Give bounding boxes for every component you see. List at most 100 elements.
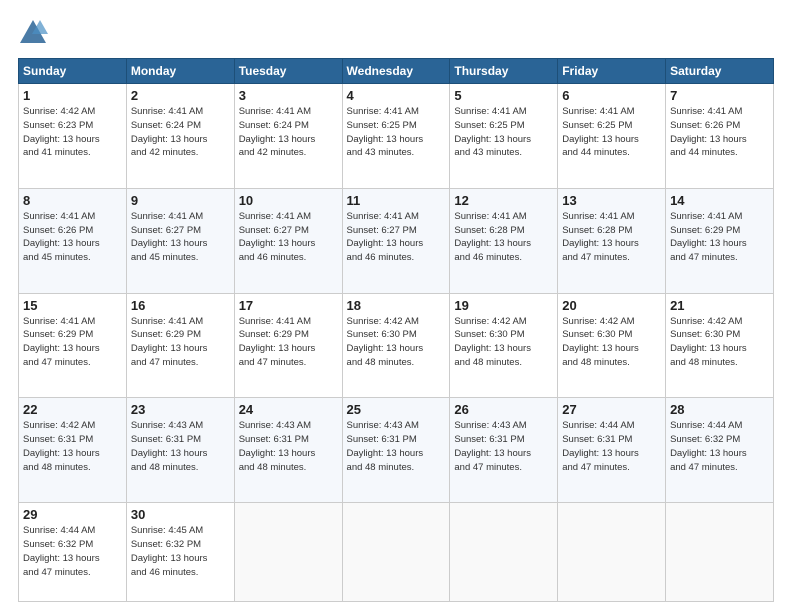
day-number: 6 xyxy=(562,88,661,103)
day-number: 20 xyxy=(562,298,661,313)
day-number: 29 xyxy=(23,507,122,522)
day-number: 23 xyxy=(131,402,230,417)
day-cell xyxy=(558,503,666,602)
day-number: 17 xyxy=(239,298,338,313)
day-info: Sunrise: 4:41 AM Sunset: 6:29 PM Dayligh… xyxy=(670,210,769,265)
day-cell: 12Sunrise: 4:41 AM Sunset: 6:28 PM Dayli… xyxy=(450,188,558,293)
weekday-header-row: SundayMondayTuesdayWednesdayThursdayFrid… xyxy=(19,59,774,84)
day-number: 28 xyxy=(670,402,769,417)
day-number: 8 xyxy=(23,193,122,208)
weekday-sunday: Sunday xyxy=(19,59,127,84)
day-cell: 8 Sunrise: 4:41 AM Sunset: 6:26 PM Daylig… xyxy=(19,188,127,293)
day-info: Sunrise: 4:41 AM Sunset: 6:27 PM Dayligh… xyxy=(347,210,446,265)
day-cell: 2 Sunrise: 4:41 AM Sunset: 6:24 PM Daylig… xyxy=(126,84,234,189)
day-number: 21 xyxy=(670,298,769,313)
day-cell: 19Sunrise: 4:42 AM Sunset: 6:30 PM Dayli… xyxy=(450,293,558,398)
day-cell: 18 Sunrise: 4:42 AM Sunset: 6:30 PM Dayli… xyxy=(342,293,450,398)
week-row-4: 22 Sunrise: 4:42 AM Sunset: 6:31 PM Dayli… xyxy=(19,398,774,503)
day-number: 2 xyxy=(131,88,230,103)
day-cell: 22 Sunrise: 4:42 AM Sunset: 6:31 PM Dayli… xyxy=(19,398,127,503)
day-number: 30 xyxy=(131,507,230,522)
day-info: Sunrise: 4:41 AM Sunset: 6:29 PM Dayligh… xyxy=(131,315,230,370)
day-info: Sunrise: 4:41 AM Sunset: 6:25 PM Dayligh… xyxy=(454,105,553,160)
day-info: Sunrise: 4:41 AM Sunset: 6:26 PM Dayligh… xyxy=(670,105,769,160)
day-cell: 15 Sunrise: 4:41 AM Sunset: 6:29 PM Dayli… xyxy=(19,293,127,398)
day-number: 3 xyxy=(239,88,338,103)
day-number: 14 xyxy=(670,193,769,208)
day-cell: 7 Sunrise: 4:41 AM Sunset: 6:26 PM Daylig… xyxy=(666,84,774,189)
day-info: Sunrise: 4:43 AM Sunset: 6:31 PM Dayligh… xyxy=(454,419,553,474)
weekday-tuesday: Tuesday xyxy=(234,59,342,84)
day-cell: 5 Sunrise: 4:41 AM Sunset: 6:25 PM Daylig… xyxy=(450,84,558,189)
day-info: Sunrise: 4:42 AM Sunset: 6:31 PM Dayligh… xyxy=(23,419,122,474)
day-info: Sunrise: 4:41 AM Sunset: 6:24 PM Dayligh… xyxy=(131,105,230,160)
weekday-saturday: Saturday xyxy=(666,59,774,84)
day-number: 10 xyxy=(239,193,338,208)
header xyxy=(18,18,774,48)
weekday-monday: Monday xyxy=(126,59,234,84)
day-cell: 14 Sunrise: 4:41 AM Sunset: 6:29 PM Dayli… xyxy=(666,188,774,293)
day-info: Sunrise: 4:41 AM Sunset: 6:26 PM Dayligh… xyxy=(23,210,122,265)
calendar-table: SundayMondayTuesdayWednesdayThursdayFrid… xyxy=(18,58,774,602)
day-cell: 25 Sunrise: 4:43 AM Sunset: 6:31 PM Dayli… xyxy=(342,398,450,503)
day-number: 19 xyxy=(454,298,553,313)
day-cell xyxy=(450,503,558,602)
weekday-friday: Friday xyxy=(558,59,666,84)
day-number: 1 xyxy=(23,88,122,103)
day-info: Sunrise: 4:44 AM Sunset: 6:32 PM Dayligh… xyxy=(670,419,769,474)
day-info: Sunrise: 4:41 AM Sunset: 6:25 PM Dayligh… xyxy=(347,105,446,160)
day-info: Sunrise: 4:42 AM Sunset: 6:23 PM Dayligh… xyxy=(23,105,122,160)
day-info: Sunrise: 4:44 AM Sunset: 6:31 PM Dayligh… xyxy=(562,419,661,474)
day-info: Sunrise: 4:41 AM Sunset: 6:24 PM Dayligh… xyxy=(239,105,338,160)
day-number: 18 xyxy=(347,298,446,313)
day-cell: 13 Sunrise: 4:41 AM Sunset: 6:28 PM Dayli… xyxy=(558,188,666,293)
day-info: Sunrise: 4:42 AM Sunset: 6:30 PM Dayligh… xyxy=(562,315,661,370)
day-number: 22 xyxy=(23,402,122,417)
day-number: 9 xyxy=(131,193,230,208)
week-row-3: 15 Sunrise: 4:41 AM Sunset: 6:29 PM Dayli… xyxy=(19,293,774,398)
day-cell: 11 Sunrise: 4:41 AM Sunset: 6:27 PM Dayli… xyxy=(342,188,450,293)
day-number: 24 xyxy=(239,402,338,417)
day-number: 12 xyxy=(454,193,553,208)
day-info: Sunrise: 4:42 AM Sunset: 6:30 PM Dayligh… xyxy=(347,315,446,370)
day-cell: 27 Sunrise: 4:44 AM Sunset: 6:31 PM Dayli… xyxy=(558,398,666,503)
day-info: Sunrise: 4:41 AM Sunset: 6:25 PM Dayligh… xyxy=(562,105,661,160)
day-cell: 9 Sunrise: 4:41 AM Sunset: 6:27 PM Daylig… xyxy=(126,188,234,293)
day-info: Sunrise: 4:43 AM Sunset: 6:31 PM Dayligh… xyxy=(131,419,230,474)
day-info: Sunrise: 4:44 AM Sunset: 6:32 PM Dayligh… xyxy=(23,524,122,579)
day-cell: 29 Sunrise: 4:44 AM Sunset: 6:32 PM Dayli… xyxy=(19,503,127,602)
day-info: Sunrise: 4:43 AM Sunset: 6:31 PM Dayligh… xyxy=(347,419,446,474)
logo-icon xyxy=(18,18,48,48)
day-number: 27 xyxy=(562,402,661,417)
day-cell: 20 Sunrise: 4:42 AM Sunset: 6:30 PM Dayli… xyxy=(558,293,666,398)
day-cell: 16Sunrise: 4:41 AM Sunset: 6:29 PM Dayli… xyxy=(126,293,234,398)
day-info: Sunrise: 4:41 AM Sunset: 6:29 PM Dayligh… xyxy=(239,315,338,370)
day-cell xyxy=(342,503,450,602)
day-info: Sunrise: 4:45 AM Sunset: 6:32 PM Dayligh… xyxy=(131,524,230,579)
weekday-wednesday: Wednesday xyxy=(342,59,450,84)
day-number: 15 xyxy=(23,298,122,313)
day-info: Sunrise: 4:41 AM Sunset: 6:27 PM Dayligh… xyxy=(239,210,338,265)
day-cell: 10 Sunrise: 4:41 AM Sunset: 6:27 PM Dayli… xyxy=(234,188,342,293)
day-info: Sunrise: 4:43 AM Sunset: 6:31 PM Dayligh… xyxy=(239,419,338,474)
day-number: 25 xyxy=(347,402,446,417)
day-number: 11 xyxy=(347,193,446,208)
day-info: Sunrise: 4:41 AM Sunset: 6:28 PM Dayligh… xyxy=(562,210,661,265)
day-info: Sunrise: 4:41 AM Sunset: 6:27 PM Dayligh… xyxy=(131,210,230,265)
day-info: Sunrise: 4:41 AM Sunset: 6:29 PM Dayligh… xyxy=(23,315,122,370)
day-number: 26 xyxy=(454,402,553,417)
day-cell: 1 Sunrise: 4:42 AM Sunset: 6:23 PM Daylig… xyxy=(19,84,127,189)
day-number: 4 xyxy=(347,88,446,103)
logo xyxy=(18,18,52,48)
week-row-5: 29 Sunrise: 4:44 AM Sunset: 6:32 PM Dayli… xyxy=(19,503,774,602)
day-number: 13 xyxy=(562,193,661,208)
day-cell: 17 Sunrise: 4:41 AM Sunset: 6:29 PM Dayli… xyxy=(234,293,342,398)
week-row-2: 8 Sunrise: 4:41 AM Sunset: 6:26 PM Daylig… xyxy=(19,188,774,293)
day-number: 5 xyxy=(454,88,553,103)
day-cell: 4 Sunrise: 4:41 AM Sunset: 6:25 PM Daylig… xyxy=(342,84,450,189)
day-cell: 28 Sunrise: 4:44 AM Sunset: 6:32 PM Dayli… xyxy=(666,398,774,503)
day-number: 7 xyxy=(670,88,769,103)
day-cell: 23 Sunrise: 4:43 AM Sunset: 6:31 PM Dayli… xyxy=(126,398,234,503)
weekday-thursday: Thursday xyxy=(450,59,558,84)
week-row-1: 1 Sunrise: 4:42 AM Sunset: 6:23 PM Daylig… xyxy=(19,84,774,189)
